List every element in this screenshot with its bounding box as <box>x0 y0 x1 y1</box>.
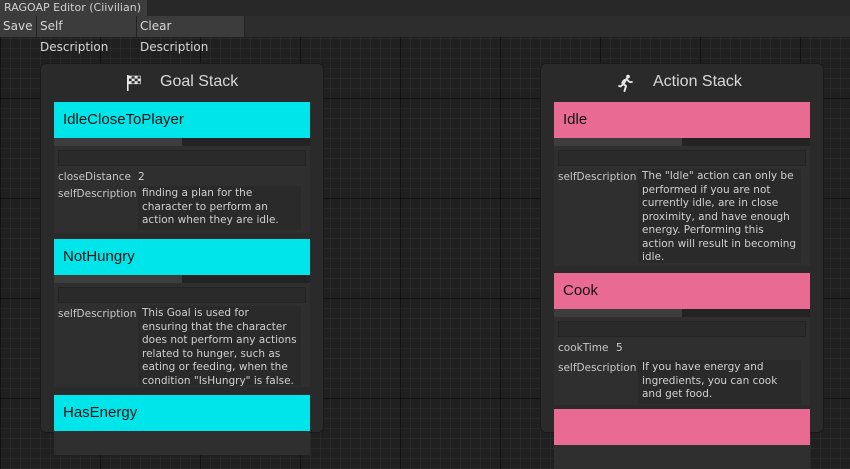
self-description-field[interactable]: The "Idle" action can only be performed … <box>638 169 801 263</box>
prop-label-self-description: selfDescription <box>58 188 137 200</box>
goal-card-has-energy[interactable]: HasEnergy <box>54 395 310 455</box>
prop-label-self-description: selfDescription <box>558 362 637 374</box>
goal-card-title[interactable]: IdleCloseToPlayer <box>54 102 310 138</box>
save-button[interactable]: Save <box>0 16 37 37</box>
self-description-field[interactable]: finding a plan for the character to perf… <box>138 186 301 230</box>
goal-stack-title: Goal Stack <box>160 73 239 90</box>
self-description-field[interactable]: If you have energy and ingredients, you … <box>638 360 801 404</box>
card-name-field[interactable] <box>58 287 306 303</box>
close-distance-value[interactable]: 2 <box>138 171 145 183</box>
goal-card-idle-close-to-player[interactable]: IdleCloseToPlayer closeDistance 2 selfDe… <box>54 102 310 233</box>
action-card-idle[interactable]: Idle selfDescription The "Idle" action c… <box>554 102 810 266</box>
action-card-title[interactable] <box>554 409 810 445</box>
checkered-flag-icon <box>127 75 141 91</box>
action-stack-panel: Action Stack Idle selfDescription The "I… <box>540 63 824 469</box>
card-separator <box>54 138 310 146</box>
cook-time-value[interactable]: 5 <box>616 342 623 354</box>
card-name-field[interactable] <box>558 321 806 337</box>
card-separator <box>554 138 810 146</box>
goal-stack-header: Goal Stack <box>41 64 323 102</box>
action-stack-header: Action Stack <box>541 64 823 102</box>
self-description-field[interactable]: This Goal is used for ensuring that the … <box>138 306 301 387</box>
goal-card-not-hungry[interactable]: NotHungry selfDescription This Goal is u… <box>54 239 310 387</box>
prop-label-close-distance: closeDistance <box>58 171 131 183</box>
action-card-partial[interactable] <box>554 409 810 469</box>
card-name-field[interactable] <box>58 150 306 166</box>
prop-label-self-description: selfDescription <box>558 171 637 183</box>
goal-card-title[interactable]: NotHungry <box>54 239 310 275</box>
window-tab[interactable]: RAGOAP Editor (Ciivilian) <box>0 0 147 16</box>
action-card-title[interactable]: Cook <box>554 273 810 309</box>
card-name-field[interactable] <box>558 150 806 166</box>
prop-label-self-description: selfDescription <box>58 308 137 320</box>
action-card-title[interactable]: Idle <box>554 102 810 138</box>
prop-label-cook-time: cookTime <box>558 342 609 354</box>
action-stack-title: Action Stack <box>653 73 742 90</box>
goal-card-title[interactable]: HasEnergy <box>54 395 310 431</box>
card-separator <box>54 275 310 283</box>
card-separator <box>554 309 810 317</box>
window-title: RAGOAP Editor (Ciivilian) <box>4 1 141 14</box>
self-description-button[interactable]: Self Description <box>37 16 137 54</box>
goal-stack-panel: Goal Stack IdleCloseToPlayer closeDistan… <box>40 63 324 455</box>
running-person-icon <box>618 74 633 92</box>
action-card-cook[interactable]: Cook cookTime 5 selfDescription If you h… <box>554 273 810 405</box>
clear-description-button[interactable]: Clear Description <box>137 16 245 54</box>
